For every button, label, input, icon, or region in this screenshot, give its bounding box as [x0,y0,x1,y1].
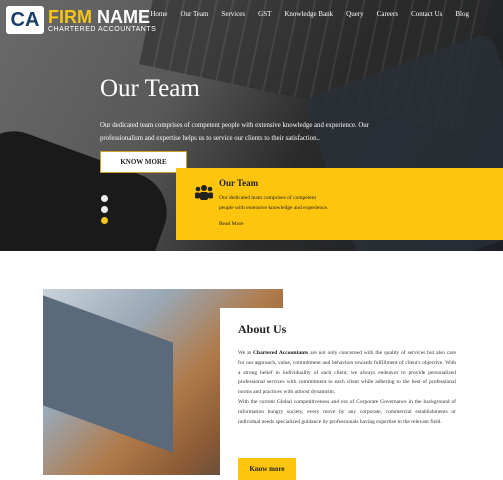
about-know-more-button[interactable]: Know more [238,458,296,480]
hero-title: Our Team [100,75,200,102]
nav-knowledge-bank[interactable]: Knowledge Bank [284,10,333,18]
nav-contact-us[interactable]: Contact Us [411,10,442,18]
nav-our-team[interactable]: Our Team [180,10,208,18]
nav-gst[interactable]: GST [258,10,271,18]
know-more-button[interactable]: KNOW MORE [100,151,187,173]
hero-description: Our dedicated team comprises of competen… [100,122,369,142]
slider-dot-2[interactable] [101,206,108,213]
feature-box: Our Team Our dedicated team comprises of… [176,168,503,240]
logo-mark: CA [6,6,44,34]
nav-blog[interactable]: Blog [455,10,469,18]
nav-careers[interactable]: Careers [377,10,398,18]
read-more-link[interactable]: Read More [219,221,244,227]
main-nav: Home Our Team Services GST Knowledge Ban… [150,10,469,18]
about-card: About Us We at Chartered Accountants are… [220,308,480,480]
firm-name: FIRM NAME [48,6,151,27]
about-text: We at Chartered Accountants are not only… [238,350,456,425]
users-icon [195,184,213,205]
nav-services[interactable]: Services [221,10,245,18]
nav-query[interactable]: Query [346,10,364,18]
slider-dots [101,195,108,228]
slider-dot-3-active[interactable] [101,217,108,224]
firm-subtitle: CHARTERED ACCOUNTANTS [48,25,157,33]
about-title: About Us [238,322,287,336]
logo[interactable]: CA FIRM NAME CHARTERED ACCOUNTANTS [6,6,156,34]
feature-title: Our Team [219,178,259,188]
nav-home[interactable]: Home [150,10,167,18]
slider-dot-1[interactable] [101,195,108,202]
laptop-image [43,295,173,453]
feature-text: Our dedicated team comprises of competen… [219,195,329,211]
